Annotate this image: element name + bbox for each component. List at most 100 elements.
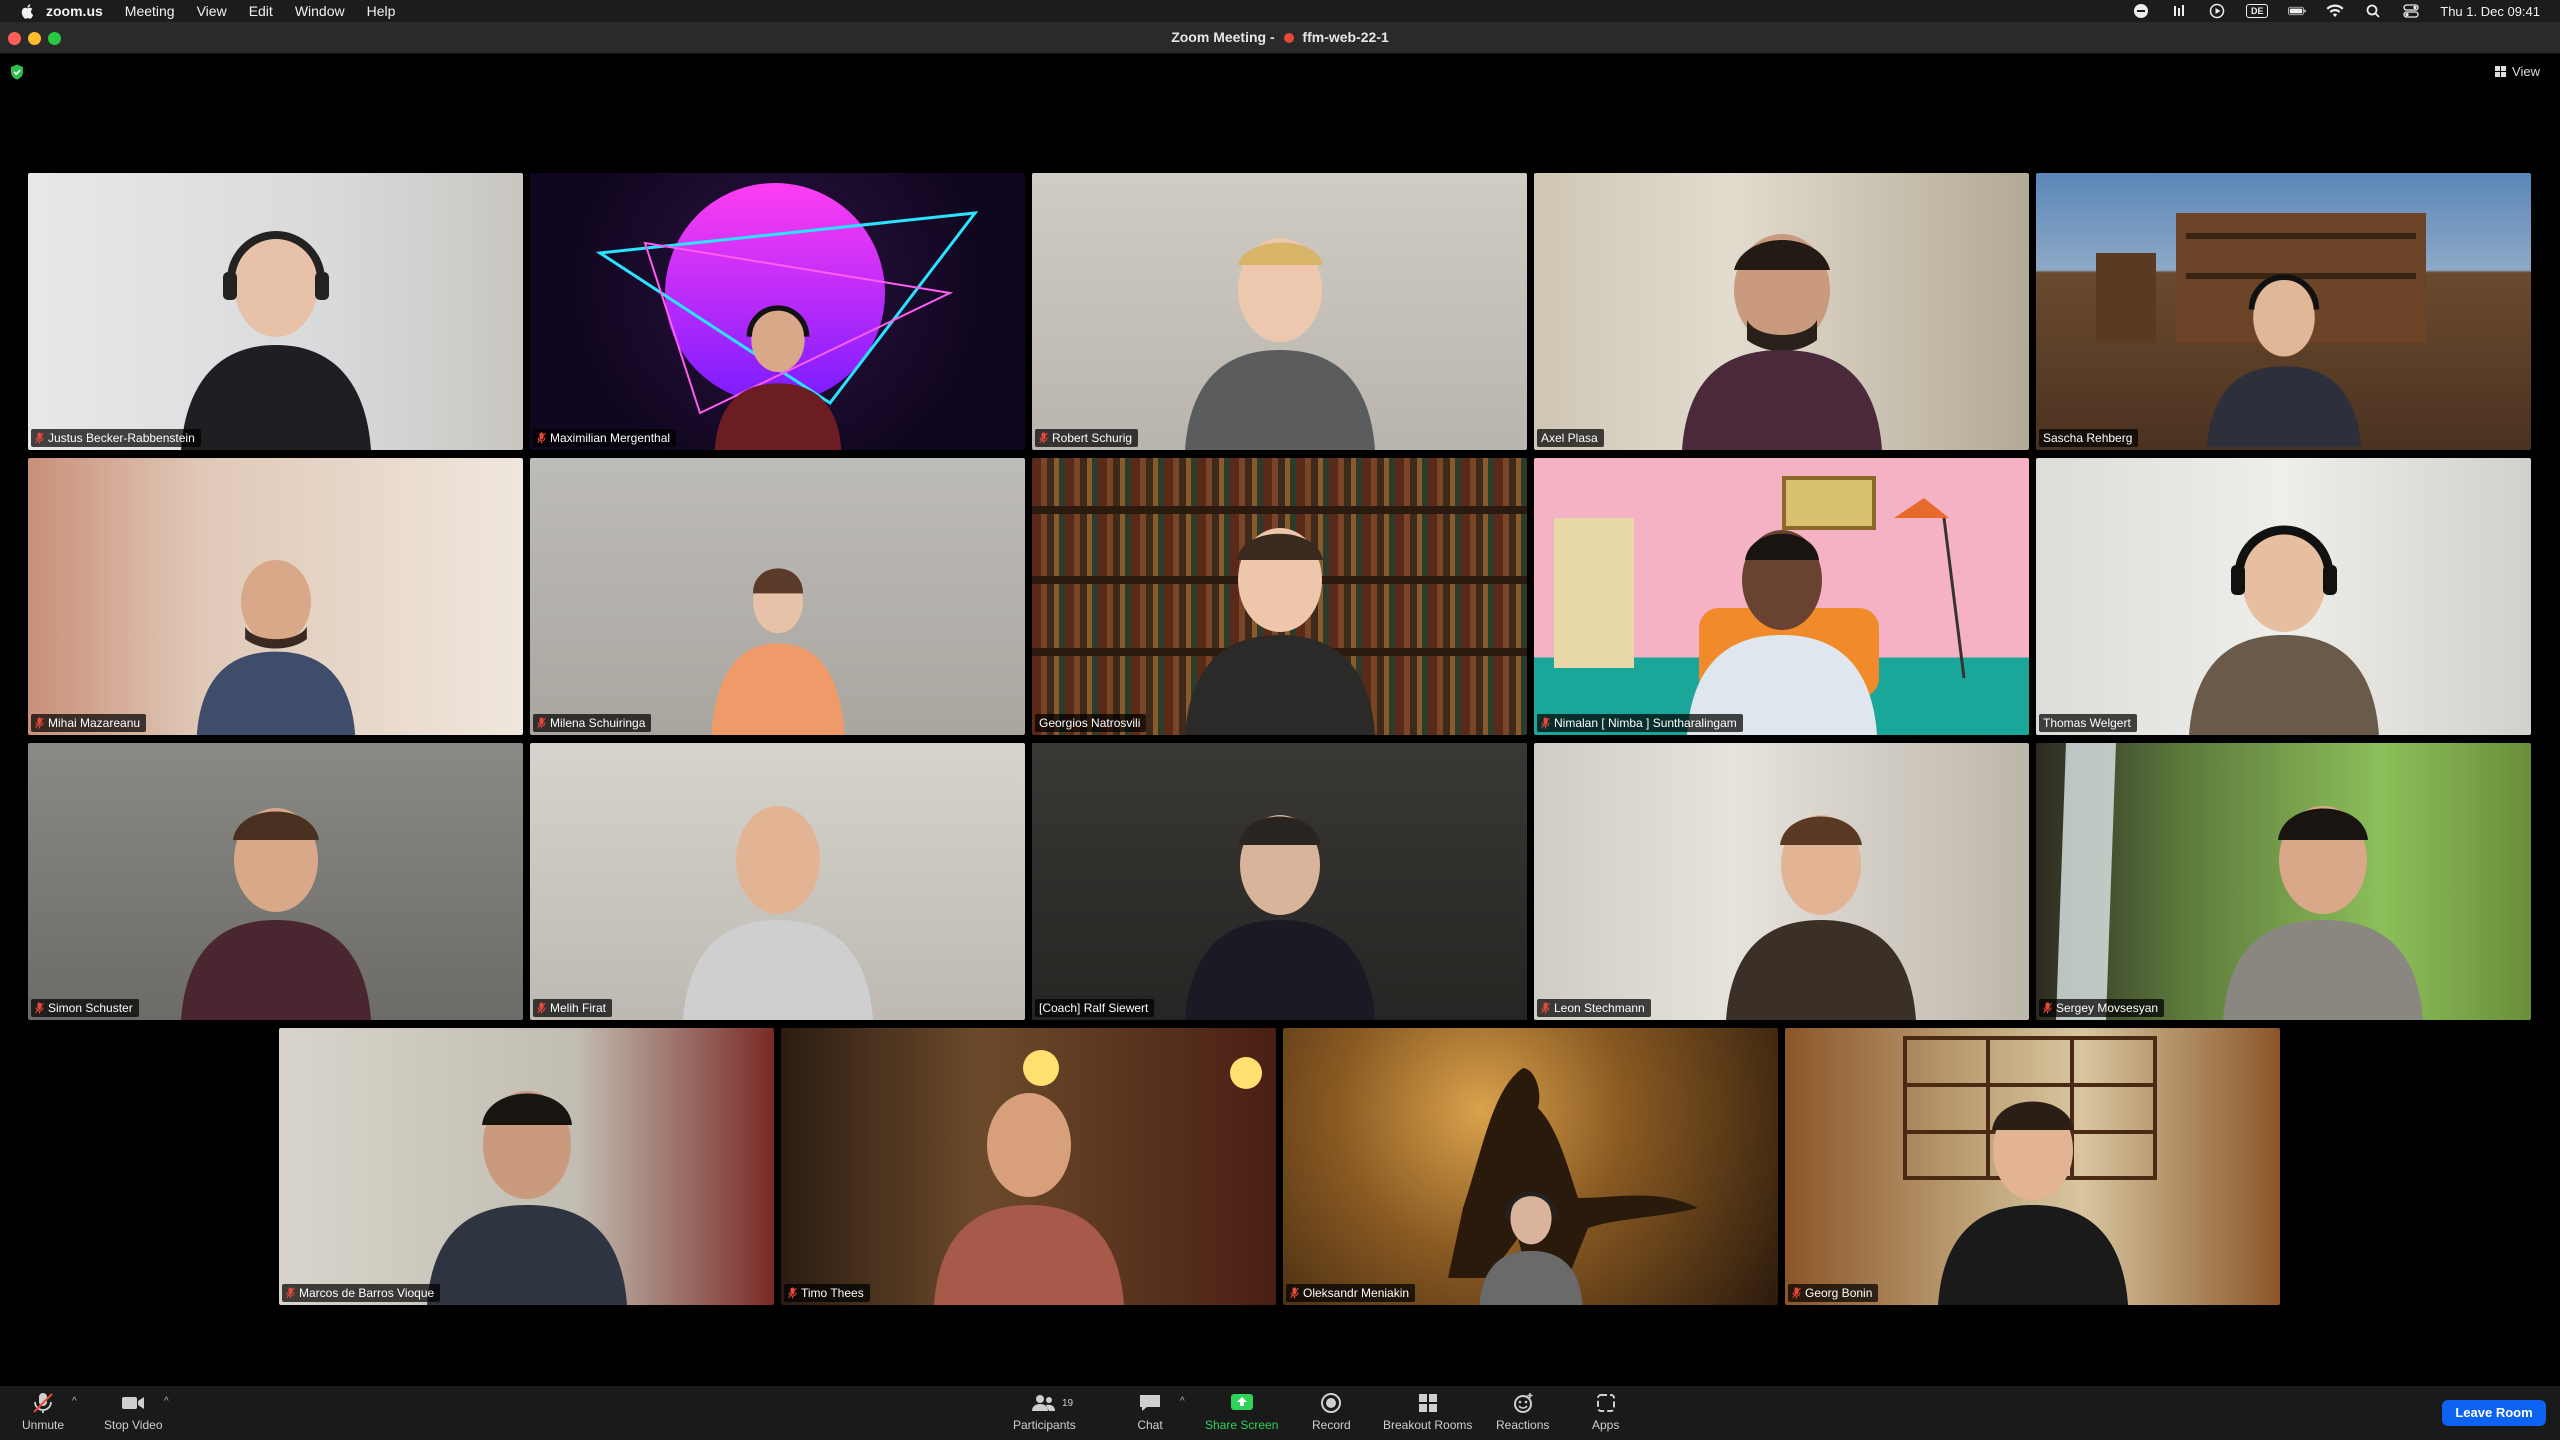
window-title-bar: Zoom Meeting - ffm-web-22-1 bbox=[0, 22, 2560, 54]
menu-bar-clock[interactable]: Thu 1. Dec 09:41 bbox=[2440, 4, 2540, 19]
menu-zoom-us[interactable]: zoom.us bbox=[46, 3, 103, 19]
video-tile[interactable]: Oleksandr Meniakin bbox=[1283, 1028, 1778, 1305]
participant-name: Sascha Rehberg bbox=[2043, 431, 2133, 445]
muted-mic-icon bbox=[1290, 1287, 1299, 1299]
participant-name-tag: Melih Firat bbox=[533, 999, 613, 1017]
participant-name: [Coach] Ralf Siewert bbox=[1039, 1001, 1149, 1015]
video-tile[interactable]: Georgios Natrosvili bbox=[1032, 458, 1527, 735]
muted-mic-icon bbox=[537, 1002, 546, 1014]
participant-name-tag: Leon Stechmann bbox=[1537, 999, 1651, 1017]
participant-name: Maximilian Mergenthal bbox=[550, 431, 671, 445]
video-tile[interactable]: Nimalan [ Nimba ] Suntharalingam bbox=[1534, 458, 2029, 735]
menu-window[interactable]: Window bbox=[295, 3, 345, 19]
equalizer-icon[interactable] bbox=[2170, 4, 2188, 18]
participant-video-figure bbox=[1184, 238, 1375, 450]
participant-name-tag: Nimalan [ Nimba ] Suntharalingam bbox=[1537, 714, 1743, 732]
search-icon[interactable] bbox=[2364, 4, 2382, 18]
wifi-icon[interactable] bbox=[2326, 4, 2344, 18]
video-tile[interactable]: Simon Schuster bbox=[28, 743, 523, 1020]
video-tile[interactable]: Melih Firat bbox=[530, 743, 1025, 1020]
apps-label: Apps bbox=[1592, 1418, 1620, 1432]
view-button-label: View bbox=[2512, 64, 2540, 79]
menu-help[interactable]: Help bbox=[367, 3, 396, 19]
breakout-rooms-icon bbox=[1418, 1394, 1437, 1412]
muted-mic-icon bbox=[1541, 1002, 1550, 1014]
video-tile[interactable]: Maximilian Mergenthal bbox=[530, 173, 1025, 450]
chat-button[interactable]: Chat bbox=[1137, 1392, 1163, 1436]
participant-name-tag: Sascha Rehberg bbox=[2039, 429, 2139, 447]
unmute-button[interactable]: Unmute bbox=[22, 1392, 64, 1436]
participants-label: Participants bbox=[1013, 1418, 1076, 1432]
stop-video-button[interactable]: Stop Video bbox=[104, 1392, 163, 1436]
menu-view[interactable]: View bbox=[197, 3, 227, 19]
video-tile[interactable]: Milena Schuiringa bbox=[530, 458, 1025, 735]
leave-room-button[interactable]: Leave Room bbox=[2442, 1400, 2546, 1426]
participant-video-figure bbox=[1184, 528, 1375, 735]
video-tile-active-speaker[interactable]: [Coach] Ralf Siewert bbox=[1032, 743, 1527, 1020]
video-tile[interactable]: Sascha Rehberg bbox=[2036, 173, 2531, 450]
video-tile[interactable]: Timo Thees bbox=[781, 1028, 1276, 1305]
participant-name: Milena Schuiringa bbox=[550, 716, 646, 730]
video-tile[interactable]: Mihai Mazareanu bbox=[28, 458, 523, 735]
participant-name-tag: Axel Plasa bbox=[1537, 429, 1604, 447]
record-button[interactable]: Record bbox=[1312, 1392, 1351, 1436]
video-tile[interactable]: Marcos de Barros Vioque bbox=[279, 1028, 774, 1305]
security-shield-icon[interactable] bbox=[10, 64, 24, 80]
participant-name-tag: [Coach] Ralf Siewert bbox=[1035, 999, 1155, 1017]
video-camera-icon bbox=[122, 1397, 145, 1409]
participant-name-tag: Oleksandr Meniakin bbox=[1286, 1284, 1416, 1302]
share-screen-button[interactable]: Share Screen bbox=[1205, 1392, 1278, 1436]
keyboard-de-icon[interactable]: DE bbox=[2246, 4, 2269, 18]
participants-count: 19 bbox=[1062, 1398, 1074, 1409]
participant-video-figure bbox=[1681, 234, 1882, 450]
participant-name-tag: Marcos de Barros Vioque bbox=[282, 1284, 441, 1302]
control-center-icon[interactable] bbox=[2402, 4, 2420, 18]
muted-mic-icon bbox=[537, 432, 546, 444]
video-tile[interactable]: Justus Becker-Rabbenstein bbox=[28, 173, 523, 450]
apps-button[interactable]: Apps bbox=[1592, 1392, 1619, 1436]
participant-video-figure bbox=[682, 806, 873, 1020]
battery-icon[interactable] bbox=[2288, 4, 2306, 18]
menu-edit[interactable]: Edit bbox=[249, 3, 273, 19]
view-button[interactable]: View bbox=[2495, 64, 2540, 79]
participant-video-figure bbox=[1937, 1100, 2128, 1305]
participant-name: Georg Bonin bbox=[1805, 1286, 1873, 1300]
participant-name: Justus Becker-Rabbenstein bbox=[48, 431, 195, 445]
participant-name-tag: Sergey Movsesyan bbox=[2039, 999, 2165, 1017]
play-circle-icon[interactable] bbox=[2208, 3, 2226, 19]
muted-mic-icon bbox=[1792, 1287, 1801, 1299]
participant-video-figure bbox=[196, 560, 355, 735]
muted-mic-icon bbox=[788, 1287, 797, 1299]
audio-options-chevron-up-icon[interactable]: ^ bbox=[72, 1396, 80, 1407]
chat-bubble-icon bbox=[1140, 1395, 1160, 1411]
video-tile[interactable]: Robert Schurig bbox=[1032, 173, 1527, 450]
video-gallery: View Justus Becker-Rabbenstein Maximilia… bbox=[0, 55, 2560, 1386]
gallery-grid-icon bbox=[2495, 66, 2507, 77]
participant-video-figure bbox=[180, 231, 371, 450]
apple-icon[interactable] bbox=[20, 3, 36, 19]
record-label: Record bbox=[1312, 1418, 1351, 1432]
apps-icon bbox=[1596, 1394, 1615, 1412]
chat-options-chevron-up-icon[interactable]: ^ bbox=[1180, 1396, 1188, 1407]
participant-name-tag: Georgios Natrosvili bbox=[1035, 714, 1147, 732]
menu-meeting[interactable]: Meeting bbox=[125, 3, 175, 19]
participant-name-tag: Mihai Mazareanu bbox=[31, 714, 147, 732]
stop-video-label: Stop Video bbox=[104, 1418, 163, 1432]
participant-name-tag: Milena Schuiringa bbox=[533, 714, 652, 732]
video-tile[interactable]: Georg Bonin bbox=[1785, 1028, 2280, 1305]
minus-circle-icon[interactable] bbox=[2132, 4, 2150, 18]
reactions-button[interactable]: Reactions bbox=[1496, 1392, 1549, 1436]
participant-video-figure bbox=[180, 808, 371, 1020]
participant-name-tag: Simon Schuster bbox=[31, 999, 139, 1017]
video-options-chevron-up-icon[interactable]: ^ bbox=[164, 1396, 172, 1407]
video-tile[interactable]: Leon Stechmann bbox=[1534, 743, 2029, 1020]
participant-name-tag: Maximilian Mergenthal bbox=[533, 429, 677, 447]
muted-mic-icon bbox=[1541, 717, 1550, 729]
breakout-rooms-button[interactable]: Breakout Rooms bbox=[1383, 1392, 1472, 1436]
video-tile[interactable]: Axel Plasa bbox=[1534, 173, 2029, 450]
participant-name: Thomas Welgert bbox=[2043, 716, 2131, 730]
participant-video-figure bbox=[2206, 274, 2361, 448]
muted-mic-icon bbox=[35, 432, 44, 444]
video-tile[interactable]: Thomas Welgert bbox=[2036, 458, 2531, 735]
video-tile[interactable]: Sergey Movsesyan bbox=[2036, 743, 2531, 1020]
